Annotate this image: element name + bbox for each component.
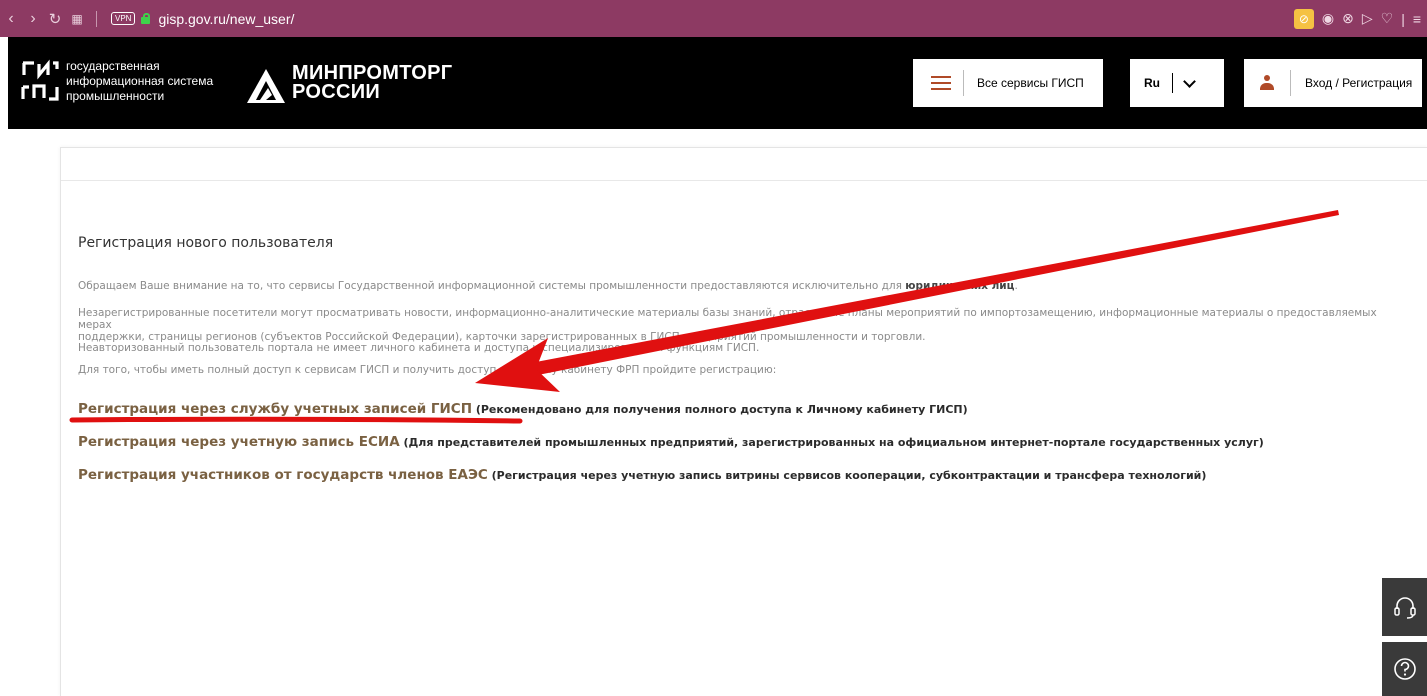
browser-actions: ⊘ ◉ ⊗ ▷ ♡ | ≡ bbox=[1293, 0, 1427, 37]
language-label: Ru bbox=[1144, 76, 1160, 90]
camera-icon[interactable]: ◉ bbox=[1322, 10, 1334, 27]
forward-icon[interactable]: › bbox=[22, 10, 44, 28]
register-eaeu-link-note: (Регистрация через учетную запись витрин… bbox=[487, 469, 1207, 482]
card-divider bbox=[61, 180, 1427, 181]
registration-prompt-paragraph: Для того, чтобы иметь полный доступ к се… bbox=[78, 364, 777, 376]
help-icon bbox=[1393, 658, 1416, 680]
help-widget[interactable] bbox=[1382, 642, 1427, 696]
reload-icon[interactable]: ↻ bbox=[44, 10, 66, 28]
register-gisp-link-label[interactable]: Регистрация через службу учетных записей… bbox=[78, 401, 472, 417]
register-esia-link[interactable]: Регистрация через учетную запись ЕСИА (Д… bbox=[78, 431, 1264, 450]
vpn-badge[interactable]: VPN bbox=[111, 12, 136, 25]
register-eaeu-link[interactable]: Регистрация участников от государств чле… bbox=[78, 464, 1206, 483]
registration-card: Регистрация нового пользователя Обращаем… bbox=[60, 147, 1427, 696]
user-icon bbox=[1260, 75, 1274, 91]
minpromtorg-logo-text: МИНПРОМТОРГ РОССИИ bbox=[292, 63, 452, 103]
gisp-logo-text: государственная информационная система п… bbox=[66, 59, 213, 104]
all-services-button[interactable]: Все сервисы ГИСП bbox=[913, 59, 1103, 107]
toolbar-divider bbox=[96, 10, 97, 27]
register-gisp-link[interactable]: Регистрация через службу учетных записей… bbox=[78, 398, 968, 417]
gisp-logo-line: промышленности bbox=[66, 89, 165, 103]
language-select[interactable]: Ru bbox=[1130, 59, 1224, 107]
button-divider bbox=[1290, 70, 1291, 96]
button-divider bbox=[1172, 73, 1173, 93]
support-widget[interactable] bbox=[1382, 578, 1427, 636]
gisp-logo-line: информационная система bbox=[66, 74, 214, 88]
burger-icon bbox=[931, 76, 951, 90]
headset-icon bbox=[1393, 597, 1416, 619]
notice-text: Обращаем Ваше внимание на то, что сервис… bbox=[78, 280, 906, 292]
page-title: Регистрация нового пользователя bbox=[78, 235, 334, 251]
register-esia-link-note: (Для представителей промышленных предпри… bbox=[399, 436, 1264, 449]
login-register-button[interactable]: Вход / Регистрация bbox=[1244, 59, 1422, 107]
divider: | bbox=[1401, 10, 1405, 27]
register-gisp-link-note: (Рекомендовано для получения полного дос… bbox=[472, 403, 968, 416]
menu-icon[interactable]: ≡ bbox=[1413, 11, 1421, 27]
guest-info-line: Незарегистрированные посетители могут пр… bbox=[78, 307, 1377, 331]
address-bar-url[interactable]: gisp.gov.ru/new_user/ bbox=[158, 11, 294, 27]
tabs-grid-icon[interactable]: ▦ bbox=[66, 12, 88, 26]
chevron-down-icon bbox=[1183, 74, 1196, 88]
notice-paragraph: Обращаем Ваше внимание на то, что сервис… bbox=[78, 280, 1408, 292]
send-icon[interactable]: ▷ bbox=[1362, 10, 1373, 27]
login-register-label: Вход / Регистрация bbox=[1305, 76, 1413, 90]
register-eaeu-link-label[interactable]: Регистрация участников от государств чле… bbox=[78, 467, 488, 483]
adblock-extension-icon[interactable]: ⊘ bbox=[1293, 8, 1314, 29]
all-services-label: Все сервисы ГИСП bbox=[977, 76, 1084, 90]
notice-bold-text: юридических лиц bbox=[905, 280, 1015, 292]
notice-end: . bbox=[1014, 280, 1018, 292]
back-icon[interactable]: ‹ bbox=[0, 10, 22, 28]
guest-info-paragraph: Незарегистрированные посетители могут пр… bbox=[78, 307, 1408, 343]
button-divider bbox=[963, 70, 964, 96]
minprom-line: РОССИИ bbox=[292, 81, 381, 103]
browser-toolbar: ‹ › ↻ ▦ VPN gisp.gov.ru/new_user/ ⊘ ◉ ⊗ … bbox=[0, 0, 1427, 37]
site-header: государственная информационная система п… bbox=[8, 37, 1427, 129]
register-esia-link-label[interactable]: Регистрация через учетную запись ЕСИА bbox=[78, 434, 400, 450]
lock-icon[interactable] bbox=[141, 13, 151, 24]
minpromtorg-emblem-icon[interactable] bbox=[246, 67, 286, 105]
gisp-logo-icon[interactable] bbox=[20, 59, 60, 103]
gisp-logo-line: государственная bbox=[66, 59, 160, 73]
close-circle-icon[interactable]: ⊗ bbox=[1342, 10, 1354, 27]
heart-icon[interactable]: ♡ bbox=[1381, 10, 1394, 27]
unauth-info-paragraph: Неавторизованный пользователь портала не… bbox=[78, 342, 760, 354]
